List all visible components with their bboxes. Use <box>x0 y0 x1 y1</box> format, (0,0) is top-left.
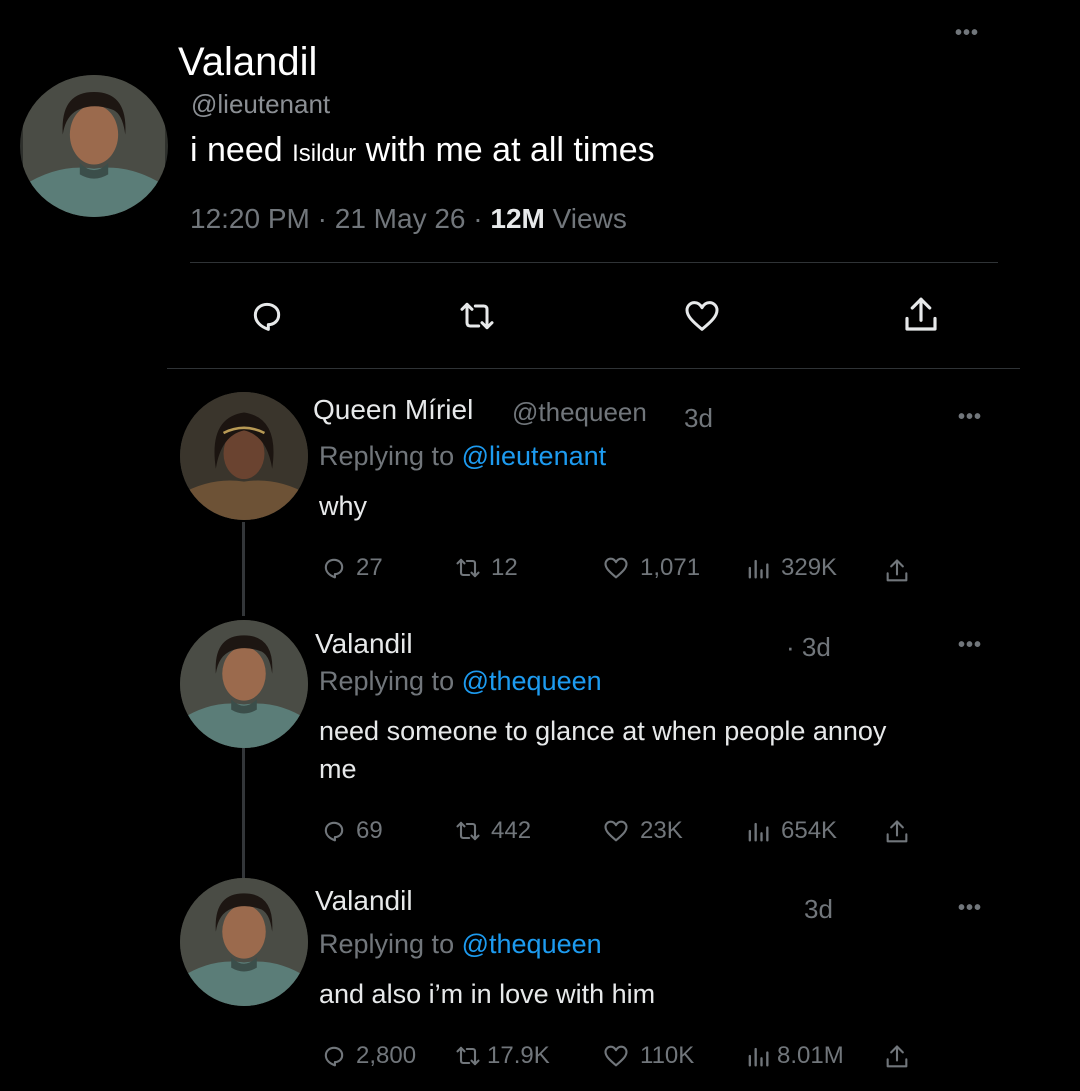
author-name[interactable]: Valandil <box>178 40 317 85</box>
divider <box>167 368 1020 369</box>
mention-link[interactable]: @thequeen <box>462 666 602 696</box>
replying-prefix: Replying to <box>319 929 455 959</box>
retweet-count[interactable]: 442 <box>453 817 531 845</box>
reply-icon <box>324 1046 344 1067</box>
replying-to: Replying to @lieutenant <box>319 441 606 472</box>
reply-author-name[interactable]: Valandil <box>315 628 413 660</box>
retweet-count[interactable]: 12 <box>453 554 518 582</box>
reply-text: need someone to glance at when people an… <box>319 716 887 784</box>
retweet-count[interactable]: 17.9K <box>453 1042 550 1070</box>
reply-count[interactable]: 69 <box>320 817 383 845</box>
view-count[interactable]: 654K <box>743 817 837 845</box>
view-count[interactable]: 329K <box>743 554 837 582</box>
views-icon <box>748 822 769 842</box>
mention-link[interactable]: @thequeen <box>462 929 602 959</box>
views-icon <box>748 1047 769 1067</box>
more-options-icon[interactable]: ••• <box>958 407 982 427</box>
mention-link[interactable]: @lieutenant <box>462 441 607 471</box>
avatar-valandil-image <box>180 878 308 1006</box>
avatar-miriel-image <box>180 392 308 520</box>
like-icon <box>604 1045 628 1067</box>
reply-time[interactable]: 3d <box>684 403 713 434</box>
reply-author-name[interactable]: Valandil <box>315 885 413 917</box>
avatar[interactable] <box>20 75 168 217</box>
reply-count[interactable]: 2,800 <box>320 1042 416 1070</box>
replying-to: Replying to @thequeen <box>319 666 602 697</box>
like-count[interactable]: 110K <box>600 1042 694 1070</box>
tweet-text: i need Isildur with me at all times <box>190 131 655 170</box>
more-options-icon[interactable]: ••• <box>958 635 982 655</box>
more-options-icon[interactable]: ••• <box>955 23 979 43</box>
replying-to: Replying to @thequeen <box>319 929 602 960</box>
share-icon[interactable] <box>883 818 911 846</box>
view-count[interactable]: 8.01M <box>743 1042 844 1070</box>
views-label: Views <box>552 203 627 234</box>
reply-time[interactable]: · 3d <box>786 632 831 663</box>
retweet-icon[interactable] <box>455 296 499 336</box>
avatar[interactable] <box>180 620 308 748</box>
retweet-icon <box>456 1046 480 1066</box>
views-icon <box>748 559 769 579</box>
tweet-text-part: with me at all times <box>356 131 655 169</box>
like-icon <box>604 820 628 842</box>
avatar[interactable] <box>180 878 308 1006</box>
tweet-meta: 12:20 PM · 21 May 26 · 12M Views <box>190 203 627 235</box>
views-count: 12M <box>490 203 545 234</box>
thread-line <box>242 748 245 878</box>
reply-count[interactable]: 27 <box>320 554 383 582</box>
tweet-time[interactable]: 12:20 PM <box>190 203 310 234</box>
tweet-text-small: Isildur <box>292 140 357 167</box>
divider <box>190 262 998 263</box>
replying-prefix: Replying to <box>319 666 455 696</box>
thread-line <box>242 522 245 616</box>
retweet-icon <box>456 558 480 578</box>
more-options-icon[interactable]: ••• <box>958 898 982 918</box>
share-icon[interactable] <box>883 1043 911 1071</box>
reply-author-handle[interactable]: @thequeen <box>512 397 647 428</box>
reply-icon <box>324 821 344 842</box>
retweet-icon <box>456 821 480 841</box>
author-handle[interactable]: @lieutenant <box>191 89 330 120</box>
reply-author-name[interactable]: Queen Míriel <box>313 394 473 426</box>
avatar[interactable] <box>180 392 308 520</box>
avatar-valandil-image <box>23 75 165 217</box>
meta-separator: · <box>473 203 491 234</box>
like-count[interactable]: 1,071 <box>600 554 700 582</box>
replying-prefix: Replying to <box>319 441 455 471</box>
reply-text: and also i’m in love with him <box>319 979 656 1009</box>
reply-icon <box>324 558 344 579</box>
reply-time[interactable]: 3d <box>804 894 833 925</box>
share-icon[interactable] <box>883 557 911 585</box>
like-icon[interactable] <box>680 296 724 336</box>
reply-icon[interactable] <box>247 296 287 336</box>
like-icon <box>604 557 628 579</box>
like-count[interactable]: 23K <box>600 817 683 845</box>
avatar-valandil-image <box>180 620 308 748</box>
tweet-text-part: i need <box>190 131 293 169</box>
tweet-date[interactable]: 21 May 26 <box>335 203 466 234</box>
share-icon[interactable] <box>900 294 942 336</box>
meta-separator: · <box>317 203 335 234</box>
reply-text: why <box>319 491 368 521</box>
